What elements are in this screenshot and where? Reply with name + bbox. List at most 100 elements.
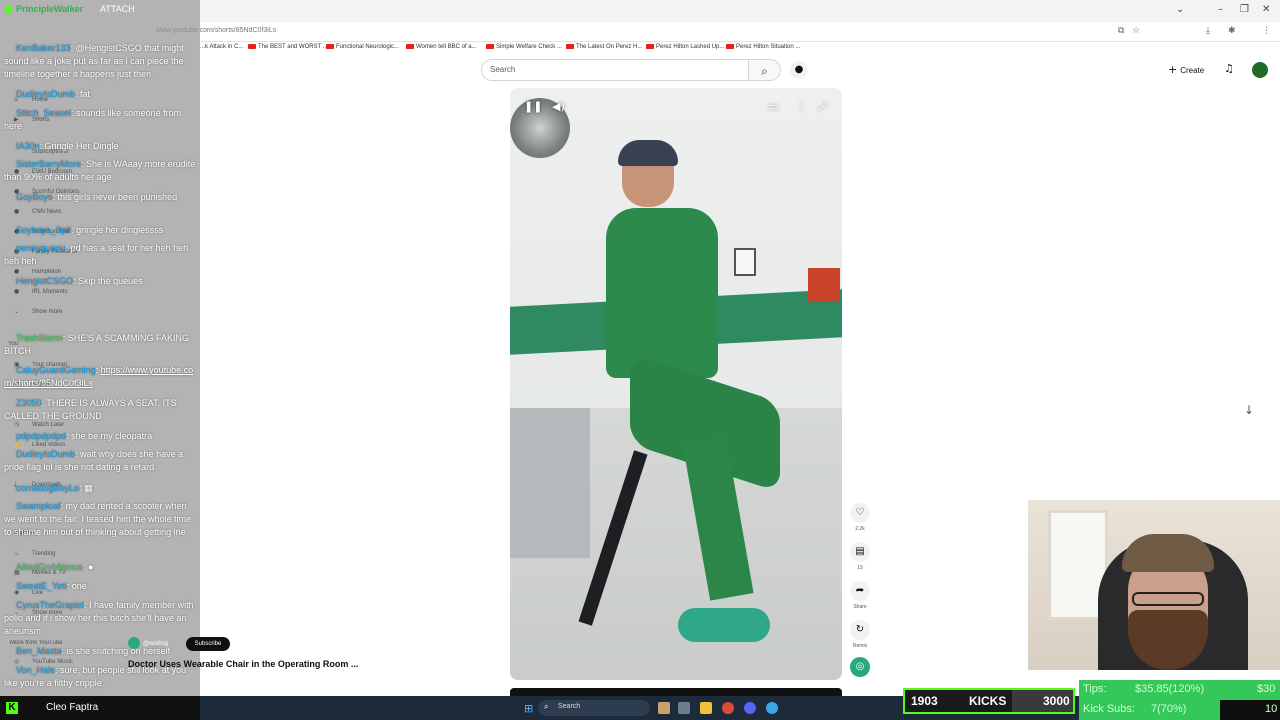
- remix-button[interactable]: ↻ Remix: [848, 620, 872, 649]
- fullscreen-icon[interactable]: ⤢: [818, 100, 827, 114]
- captions-icon[interactable]: ▭: [768, 100, 778, 113]
- chat-username[interactable]: Swamploaf: [16, 501, 61, 511]
- bookmark[interactable]: Functional Neurologic...: [326, 44, 399, 50]
- star-icon[interactable]: ☆: [1132, 26, 1140, 36]
- menu-icon[interactable]: ⋮: [1262, 26, 1271, 36]
- taskbar-search-label: Search: [558, 703, 581, 710]
- chat-username[interactable]: pennyguanu: [16, 243, 66, 253]
- avatar[interactable]: [1252, 62, 1268, 78]
- sidebar-item-show-more[interactable]: ⌄ Show more: [14, 308, 62, 315]
- chat-username[interactable]: cornadogBoyLo: [16, 483, 79, 493]
- sidebar-item-channel[interactable]: ● Hampleton: [14, 268, 61, 275]
- channel-avatar-button[interactable]: ◎: [848, 657, 872, 677]
- extension-icon[interactable]: ⧉: [1118, 26, 1124, 36]
- chat-username[interactable]: GoyBoys: [16, 192, 53, 202]
- subs-label: Kick Subs:: [1083, 703, 1135, 715]
- chat-message-text: gringle her dinglessss: [76, 225, 164, 235]
- chevron-down-icon: ⌄: [14, 308, 20, 315]
- chat-message: pdpdpdpdpd: she be my cleopatra: [16, 431, 153, 441]
- chat-username[interactable]: Soyboys_Spit: [16, 225, 71, 235]
- comments-button[interactable]: ▤ 13: [848, 542, 872, 571]
- file-explorer-icon[interactable]: [700, 702, 712, 714]
- puzzle-icon[interactable]: ✱: [1228, 26, 1236, 36]
- more-options-icon[interactable]: ⋮: [796, 100, 807, 113]
- subscribe-button[interactable]: Subscribe: [186, 637, 230, 651]
- shoe-cover: [678, 608, 770, 642]
- chat-username[interactable]: AlliedGrvbNexus: [16, 562, 83, 572]
- create-button[interactable]: + Create: [1168, 62, 1204, 78]
- download-icon[interactable]: ⤓: [1206, 26, 1210, 36]
- chat-username[interactable]: Stitch_Seasel: [16, 108, 71, 118]
- chat-message: DudleyIsDumb: fat: [16, 89, 91, 99]
- taskbar-search[interactable]: ⌕ Search: [538, 700, 650, 716]
- bookmark[interactable]: The Latest On Perez H...: [566, 44, 642, 50]
- chat-input-bar[interactable]: K Cleo Faptra: [0, 696, 200, 720]
- discord-icon[interactable]: [744, 702, 756, 714]
- chat-username[interactable]: pdpdpdpdpd: [16, 431, 66, 441]
- chat-message-text: ATTACH: [100, 4, 135, 14]
- video-player[interactable]: ❚❚ ◀) ▭ ⋮ ⤢: [510, 88, 842, 680]
- bookmark[interactable]: Women tell BBC of a...: [406, 44, 477, 50]
- chat-username[interactable]: IA30n: [16, 141, 40, 151]
- like-button[interactable]: ♡ 2.2k: [848, 503, 872, 532]
- chat-username[interactable]: SweatE_Yeti: [16, 581, 67, 591]
- bookmark[interactable]: The BEST and WORST ...: [248, 44, 328, 50]
- sidebar-item-channel[interactable]: ● CNN News: [14, 208, 62, 215]
- kicks-label: KICKS: [969, 694, 1007, 708]
- chrome-icon[interactable]: [722, 702, 734, 714]
- youtube-icon: [486, 44, 494, 49]
- channel-chip[interactable]: @wisfrog: [128, 637, 168, 651]
- chat-username[interactable]: DudleyIsDumb: [16, 449, 75, 459]
- bookmark[interactable]: Perez Hilton Lashed Up...: [646, 44, 724, 50]
- chat-username[interactable]: Von_Hale: [16, 665, 55, 675]
- pause-icon[interactable]: ❚❚: [524, 100, 542, 113]
- chat-username[interactable]: Z3050: [16, 398, 42, 408]
- bookmark[interactable]: Simple Welfare Check ...: [486, 44, 562, 50]
- chat-message-text: Gringle Her Dingle: [44, 141, 119, 151]
- share-button[interactable]: ➦ Share: [848, 581, 872, 610]
- subs-value: 7(70%): [1151, 703, 1187, 715]
- chat-username[interactable]: HengistCSGO: [16, 276, 73, 286]
- maximize-icon[interactable]: ❐: [1240, 4, 1249, 15]
- chevron-down-icon[interactable]: ⌄: [1176, 4, 1184, 15]
- channel-icon: ●: [14, 268, 20, 275]
- kick-badge-icon: [5, 6, 12, 13]
- wall-monitor: [734, 248, 756, 276]
- chat-username[interactable]: TrashStorm: [16, 333, 63, 343]
- tips-value: $35.85(120%): [1135, 683, 1205, 695]
- bookmark[interactable]: Perez Hilton Situation ...: [726, 44, 800, 50]
- chat-username[interactable]: SisterBarryMore: [16, 159, 81, 169]
- taskbar-app-icon[interactable]: [658, 702, 670, 714]
- comment-count: 13: [857, 565, 863, 571]
- volume-icon[interactable]: ◀): [552, 100, 565, 113]
- bookmark-label: Simple Welfare Check ...: [496, 44, 562, 51]
- chat-message: CyrusTheGrapist: I have family member wi…: [4, 600, 194, 636]
- chat-message-text: one: [71, 581, 87, 591]
- chat-message: KenBaker133: @HengistCSGO that might sou…: [4, 43, 184, 79]
- task-view-icon[interactable]: [678, 702, 690, 714]
- address-bar[interactable]: www.youtube.com/shorts/85NdC0f3iLs ⧉ ☆ ⤓…: [156, 22, 1280, 42]
- minimize-icon[interactable]: –: [1218, 4, 1223, 15]
- bookmark-label: Women tell BBC of a...: [416, 44, 477, 51]
- video-title[interactable]: Doctor Uses Wearable Chair in the Operat…: [128, 659, 358, 669]
- chat-username[interactable]: DudleyIsDumb: [16, 89, 75, 99]
- search-icon[interactable]: ⌕: [749, 59, 781, 81]
- chat-username[interactable]: CaluyGuardGaming: [16, 365, 96, 375]
- sidebar-item-trending[interactable]: ♨ Trending: [14, 550, 55, 557]
- edge-icon[interactable]: [766, 702, 778, 714]
- sidebar-item-channel[interactable]: ● IRL Moments: [14, 288, 67, 295]
- chat-username[interactable]: PrincipleWalker: [16, 4, 83, 14]
- windows-start-icon[interactable]: ⊞: [524, 702, 533, 715]
- streamer-glasses: [1132, 592, 1204, 606]
- bookmark-label: ...k Attack in C...: [200, 44, 244, 50]
- arrow-down-icon[interactable]: ↓: [1244, 403, 1254, 417]
- chat-username[interactable]: CyrusTheGrapist: [16, 600, 84, 610]
- chat-username[interactable]: KenBaker133: [16, 43, 71, 53]
- bell-icon[interactable]: ♫: [1224, 62, 1234, 75]
- bookmark[interactable]: ...k Attack in C...: [200, 44, 243, 50]
- chat-username[interactable]: Ben_Masta: [16, 646, 62, 656]
- close-icon[interactable]: ✕: [1262, 4, 1270, 15]
- microphone-icon[interactable]: ●: [790, 61, 808, 79]
- search-input[interactable]: Search: [481, 59, 749, 81]
- chat-message: Stitch_Seasel: sounds like someone from …: [4, 108, 182, 131]
